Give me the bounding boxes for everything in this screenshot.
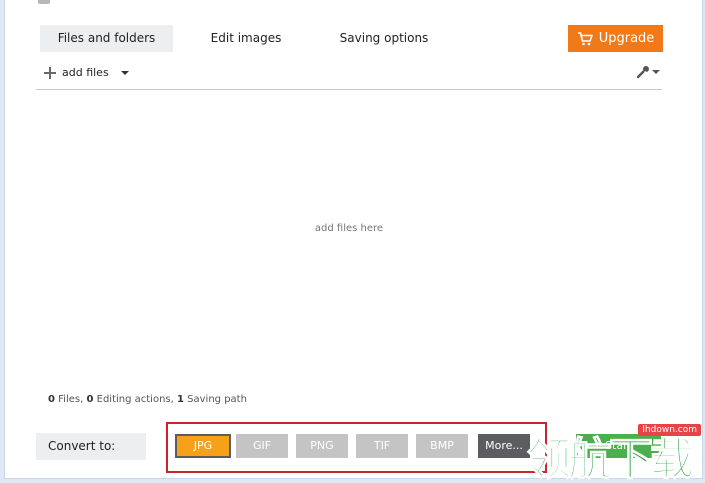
watermark-site: lhdown.com [638,424,701,436]
editing-label: Editing actions, [96,394,174,405]
settings-menu-button[interactable] [636,65,660,79]
upgrade-label: Upgrade [598,31,655,46]
cart-icon [577,31,593,45]
chevron-down-icon[interactable] [120,70,129,75]
plus-icon [44,66,56,79]
add-files-label: add files [62,66,109,79]
toolbar-divider [36,89,662,90]
saving-count: 1 [177,394,184,405]
saving-label: Saving path [187,394,247,405]
format-gif-button[interactable]: GIF [236,434,288,458]
app-icon [38,0,50,4]
svg-text:领航下载: 领航下载 [527,434,694,480]
format-bmp-button[interactable]: BMP [416,434,468,458]
file-drop-zone[interactable]: add files here [36,91,662,381]
files-count: 0 [48,394,55,405]
status-summary: 0 Files, 0 Editing actions, 1 Saving pat… [48,394,247,405]
add-files-button[interactable]: add files [44,66,129,79]
files-toolbar: add files [36,62,662,90]
format-jpg-button[interactable]: JPG [175,434,231,458]
files-label: Files, [58,394,84,405]
format-tif-button[interactable]: TIF [356,434,408,458]
tab-files-and-folders[interactable]: Files and folders [40,25,173,52]
drop-zone-placeholder: add files here [314,223,384,234]
chevron-down-icon [652,70,660,74]
watermark-logo: 领航下载 lhdown.com [523,424,703,483]
wrench-icon [636,66,649,79]
editing-count: 0 [86,394,94,405]
tab-edit-images[interactable]: Edit images [190,25,302,52]
tab-saving-options[interactable]: Saving options [322,25,446,52]
format-png-button[interactable]: PNG [296,434,348,458]
upgrade-button[interactable]: Upgrade [568,25,663,52]
convert-to-label: Convert to: [36,433,146,460]
